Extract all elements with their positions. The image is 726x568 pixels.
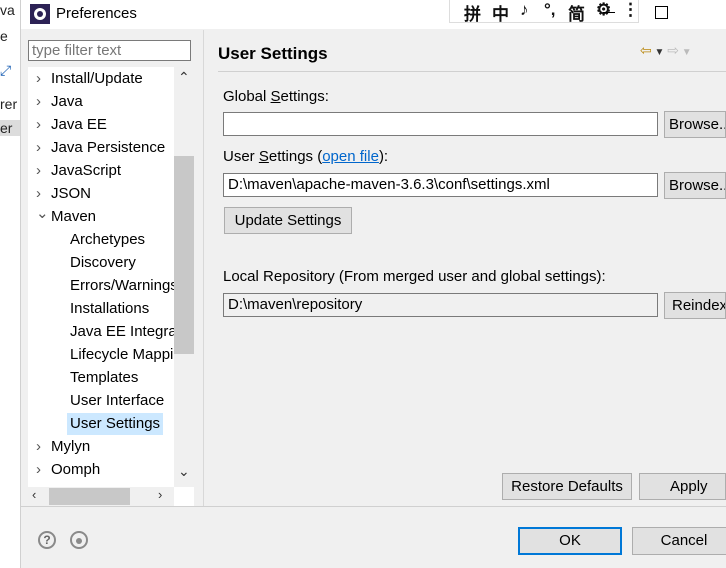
ime-simplified-icon[interactable]: 简: [568, 0, 585, 25]
chevron-right-icon[interactable]: ›: [36, 116, 41, 133]
import-export-icon[interactable]: [70, 531, 88, 549]
pane-divider[interactable]: [203, 30, 204, 506]
preferences-tree: Install/Update › Java › Java EE › Java Persist…: [28, 67, 194, 506]
tree-item[interactable]: Errors/Warnings: [67, 275, 181, 297]
chevron-right-icon[interactable]: ›: [36, 139, 41, 156]
global-browse-button[interactable]: Browse...: [664, 111, 726, 138]
local-repository-field: D:\maven\repository: [223, 293, 658, 317]
page-title: User Settings: [218, 44, 328, 63]
background-text: rer: [0, 96, 18, 112]
apply-button[interactable]: Apply: [639, 473, 726, 500]
reindex-button[interactable]: Reindex: [664, 292, 726, 319]
tree-item-label: Oomph: [51, 461, 101, 478]
tree-item-label: Java EE: [51, 116, 107, 133]
minimize-button[interactable]: [603, 12, 615, 13]
chevron-right-icon[interactable]: ›: [36, 438, 41, 455]
scroll-up-icon[interactable]: ⌃: [178, 69, 190, 86]
chevron-right-icon[interactable]: ›: [36, 461, 41, 478]
open-file-link[interactable]: open file: [322, 148, 379, 165]
tree-item[interactable]: User Interface: [67, 390, 167, 412]
background-window-strip: va e ⤢ rer er: [0, 0, 21, 568]
background-text: er: [0, 120, 20, 136]
background-text: e: [0, 28, 8, 44]
local-repository-label: Local Repository (From merged user and g…: [223, 268, 606, 285]
tree-item-label: JSON: [51, 185, 92, 202]
tree-item[interactable]: Discovery: [67, 252, 139, 274]
scroll-left-icon[interactable]: ‹: [32, 487, 36, 502]
chevron-right-icon[interactable]: ›: [36, 185, 41, 202]
tree-item-label: Installations: [70, 300, 150, 317]
user-browse-button[interactable]: Browse...: [664, 172, 726, 199]
tree-item[interactable]: Templates: [67, 367, 141, 389]
tree-item-label: Java Persistence: [51, 139, 166, 156]
tree-item[interactable]: Java: [48, 91, 86, 113]
scroll-right-icon[interactable]: ›: [158, 487, 162, 502]
tree-item[interactable]: JavaScript: [48, 160, 124, 182]
title-separator: [218, 71, 726, 72]
user-settings-field[interactable]: D:\maven\apache-maven-3.6.3\conf\setting…: [223, 173, 658, 197]
tree-item-label: User Settings: [70, 415, 161, 432]
update-settings-button[interactable]: Update Settings: [224, 207, 352, 234]
tree-item-label: Templates: [70, 369, 139, 386]
tree-item-label: Discovery: [70, 254, 136, 271]
tree-item-label: JavaScript: [51, 162, 122, 179]
back-icon[interactable]: ⇦: [640, 42, 652, 58]
chevron-right-icon[interactable]: ›: [36, 93, 41, 110]
chevron-right-icon[interactable]: ›: [36, 70, 41, 87]
filter-input[interactable]: type filter text: [28, 40, 191, 61]
title-bar: Preferences 拼 中 ♪ °, 简 ⚙ ⋮: [21, 0, 726, 29]
chevron-right-icon[interactable]: ›: [36, 162, 41, 179]
chevron-down-icon[interactable]: ⌄: [36, 204, 49, 222]
ime-settings-icon[interactable]: ⚙: [596, 0, 611, 20]
tree-item-label: Maven: [51, 208, 97, 225]
global-settings-label: Global Settings:: [223, 88, 329, 105]
global-settings-field[interactable]: [223, 112, 658, 136]
tree-item[interactable]: Mylyn: [48, 436, 93, 458]
ime-pinyin-icon[interactable]: 拼: [464, 0, 481, 25]
tree-item[interactable]: Java EE: [48, 114, 110, 136]
tree-item[interactable]: Java Persistence: [48, 137, 168, 159]
tree-item[interactable]: Oomph: [48, 459, 103, 481]
background-text: va: [0, 2, 15, 18]
tree-item-label: Errors/Warnings: [70, 277, 178, 294]
user-settings-label: User Settings (open file):: [223, 148, 389, 165]
tree-item[interactable]: Maven: [48, 206, 99, 228]
tree-item[interactable]: JSON: [48, 183, 94, 205]
ime-punctuation-icon[interactable]: °,: [544, 0, 556, 20]
tree-item-label: Install/Update: [51, 70, 143, 87]
tree-item-label: Mylyn: [51, 438, 91, 455]
ok-button[interactable]: OK: [518, 527, 622, 555]
tree-scroll-thumb[interactable]: [174, 156, 194, 354]
forward-icon[interactable]: ⇨: [667, 42, 679, 58]
tree-item-label: Java: [51, 93, 83, 110]
tree-item[interactable]: Installations: [67, 298, 152, 320]
cancel-button[interactable]: Cancel: [632, 527, 726, 555]
tree-hscroll-thumb[interactable]: [49, 488, 130, 505]
ime-more-icon[interactable]: ⋮: [622, 0, 639, 20]
ime-chinese-icon[interactable]: 中: [492, 0, 509, 25]
pin-icon: ⤢: [0, 62, 12, 78]
help-icon[interactable]: ?: [38, 531, 56, 549]
window-title: Preferences: [56, 5, 137, 22]
restore-defaults-button[interactable]: Restore Defaults: [502, 473, 632, 500]
back-dropdown-icon[interactable]: ▼: [652, 47, 667, 58]
maximize-button[interactable]: [655, 6, 668, 19]
ime-halfwidth-icon[interactable]: ♪: [520, 0, 529, 20]
tree-item[interactable]: Archetypes: [67, 229, 148, 251]
eclipse-icon: [30, 4, 50, 24]
forward-dropdown-icon[interactable]: ▼: [679, 47, 692, 58]
tree-item-label: Archetypes: [70, 231, 146, 248]
tree-item-label: User Interface: [70, 392, 165, 409]
page-navigation: ⇦ ▼ ⇨ ▼: [640, 42, 692, 59]
tree-item[interactable]: User Settings: [67, 413, 164, 435]
tree-item[interactable]: Install/Update: [48, 68, 146, 90]
scroll-down-icon[interactable]: ⌄: [178, 463, 190, 480]
